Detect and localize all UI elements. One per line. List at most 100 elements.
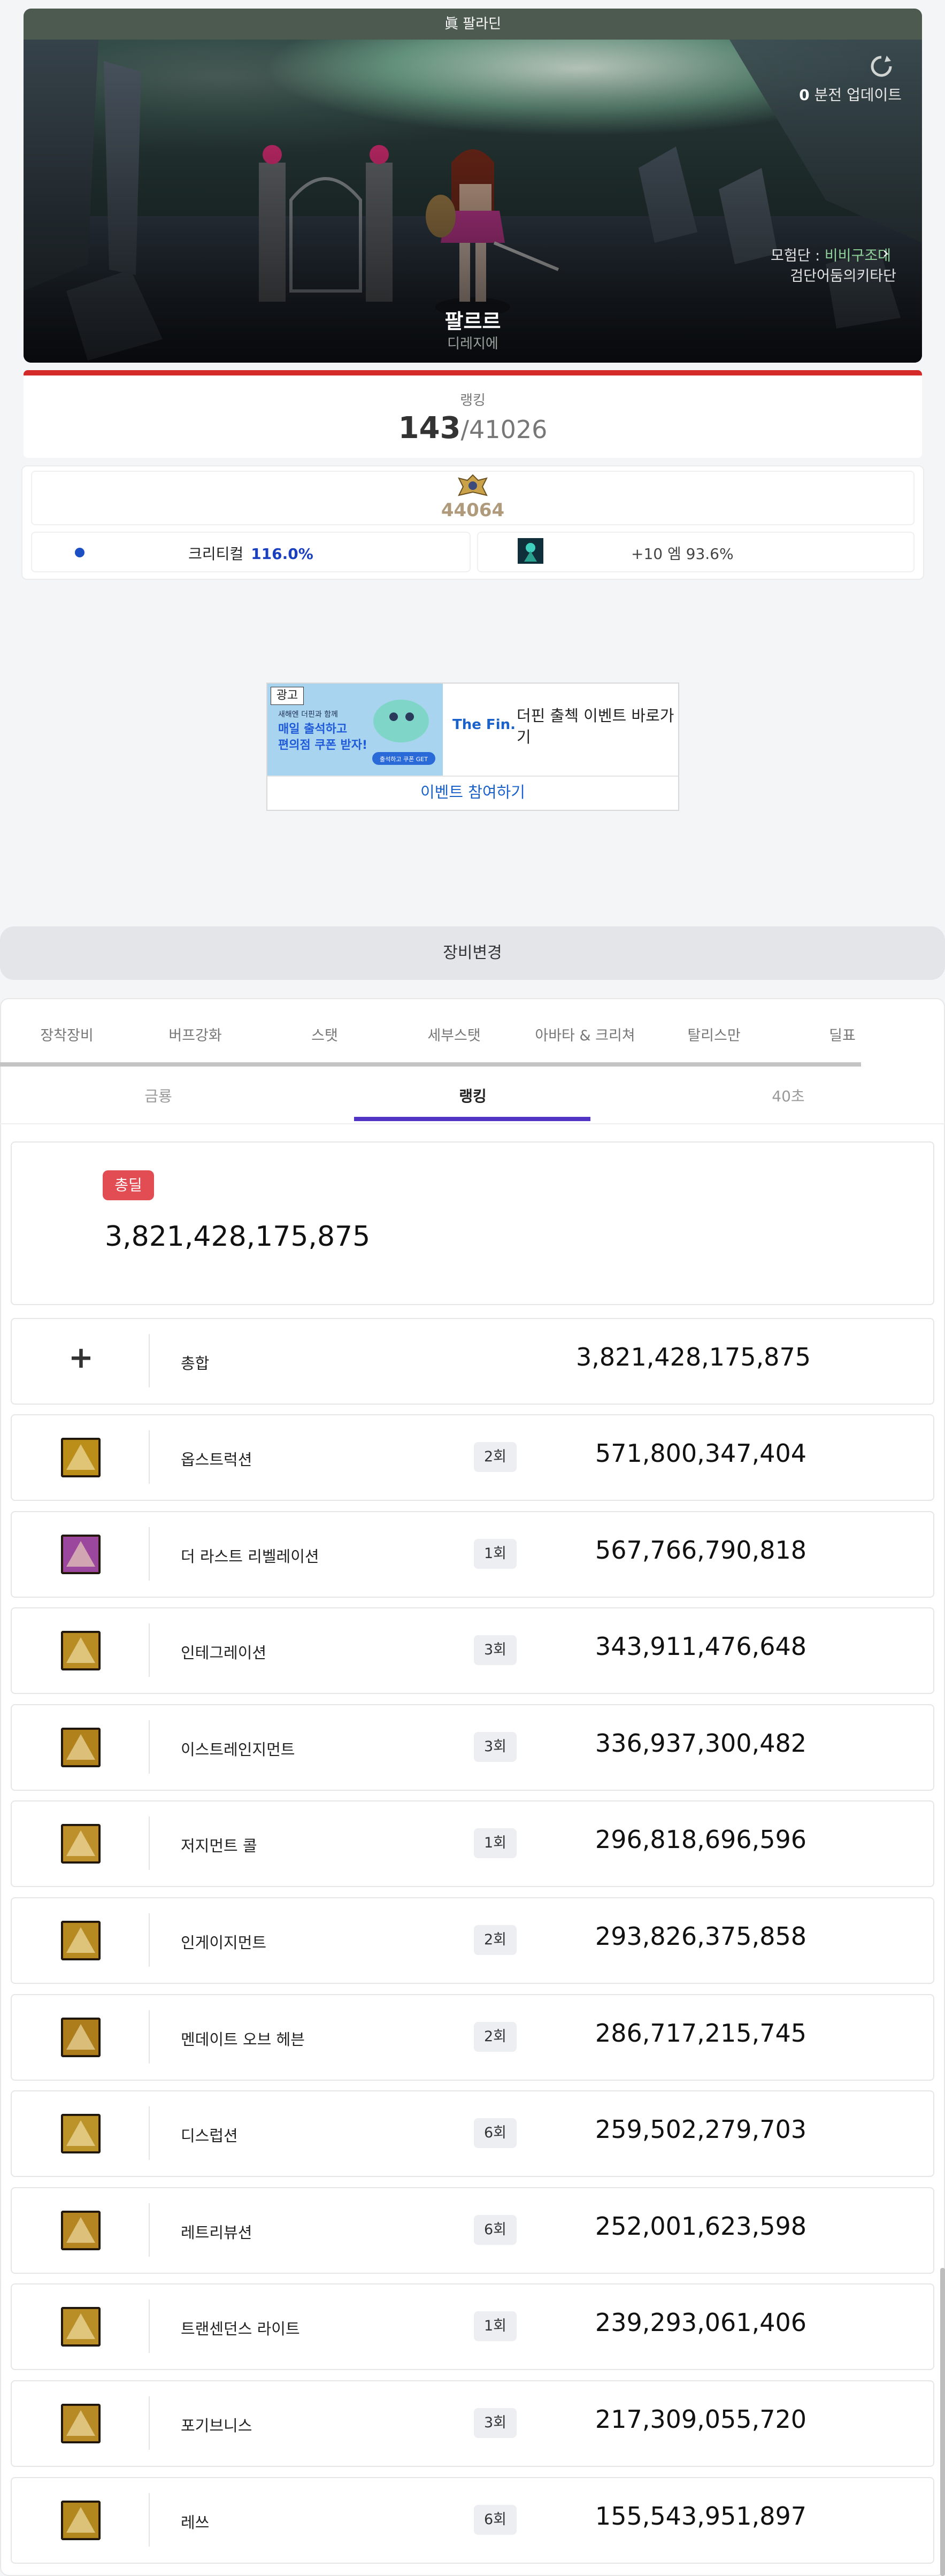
- critical-value: 116.0%: [251, 545, 313, 563]
- row-divider: [149, 1334, 150, 1387]
- skill-name: 인테그레이션: [181, 1644, 267, 1662]
- creature-icon: [518, 538, 543, 564]
- skill-damage: 293,826,375,858: [595, 1922, 806, 1951]
- refresh-icon[interactable]: [867, 52, 895, 80]
- tab-talisman[interactable]: 탈리스만: [663, 1024, 765, 1045]
- skill-damage: 286,717,215,745: [595, 2019, 806, 2048]
- skill-damage: 252,001,623,598: [595, 2212, 806, 2241]
- skill-name: 저지먼트 콜: [181, 1837, 257, 1855]
- guild-prefix: 모험단 :: [771, 248, 825, 264]
- hit-count-badge: 2회: [474, 2022, 517, 2052]
- skill-icon: [61, 2404, 101, 2443]
- skill-damage: 239,293,061,406: [595, 2308, 806, 2337]
- skill-damage: 571,800,347,404: [595, 1439, 806, 1468]
- skill-icon: [61, 1631, 101, 1670]
- tab-ranking[interactable]: 랭킹: [355, 1085, 590, 1106]
- skill-damage: 296,818,696,596: [595, 1825, 806, 1854]
- page: 眞 팔라딘 팔르르 디레지에 0 분전 업데이트 모험단: 비비구조대 › 검…: [0, 0, 945, 2576]
- tab-damage-chart[interactable]: 딜표: [792, 1024, 893, 1045]
- scrollbar[interactable]: [940, 2268, 945, 2576]
- ad-divider: [267, 776, 678, 777]
- hit-count-badge: 2회: [474, 1442, 517, 1472]
- skill-name: 레쓰: [181, 2513, 210, 2532]
- skill-damage: 217,309,055,720: [595, 2405, 806, 2434]
- active-tab-underline: [354, 1117, 590, 1121]
- summary-value: 3,821,428,175,875: [576, 1343, 811, 1371]
- skill-name: 옵스트럭션: [181, 1451, 252, 1469]
- skill-icon: [61, 1824, 101, 1864]
- skill-damage: 336,937,300,482: [595, 1729, 806, 1758]
- summary-label: 총합: [181, 1354, 210, 1373]
- job-title: 眞 팔라딘: [24, 9, 922, 40]
- rank-number: 143: [398, 411, 461, 446]
- hit-count-badge: 2회: [474, 1925, 517, 1955]
- skill-damage: 567,766,790,818: [595, 1536, 806, 1565]
- artifact-stat: +10 엠 93.6%: [631, 545, 734, 563]
- skill-icon: [61, 1535, 101, 1574]
- skill-name: 디스럽션: [181, 2127, 238, 2145]
- row-divider: [149, 2396, 150, 2450]
- skill-damage: 343,911,476,648: [595, 1632, 806, 1661]
- tab-detail-stats[interactable]: 세부스탯: [403, 1024, 505, 1045]
- total-badge: 총딜: [103, 1170, 154, 1200]
- skill-icon: [61, 1728, 101, 1767]
- skill-icon: [61, 2211, 101, 2250]
- update-label: 분전 업데이트: [809, 86, 902, 104]
- skill-damage: 155,543,951,897: [595, 2502, 806, 2531]
- row-divider: [149, 1816, 150, 1870]
- chevron-right-icon[interactable]: ›: [882, 244, 893, 263]
- ad-banner-line1: 새해엔 더핀과 함께: [278, 710, 338, 719]
- ad-headline[interactable]: 더핀 출첵 이벤트 바로가기: [517, 705, 677, 748]
- hit-count-badge: 1회: [474, 2311, 517, 2341]
- skill-name: 레트리뷰션: [181, 2224, 252, 2242]
- ad-banner-line2: 매일 출석하고: [278, 723, 347, 736]
- hit-count-badge: 1회: [474, 1539, 517, 1569]
- tab-equipment[interactable]: 장착장비: [16, 1024, 118, 1045]
- skill-name: 더 라스트 리벨레이션: [181, 1547, 319, 1566]
- skill-icon: [61, 2018, 101, 2057]
- skill-icon: [61, 2114, 101, 2153]
- skill-icon: [61, 1438, 101, 1477]
- tab-buff-enhance[interactable]: 버프강화: [144, 1024, 246, 1045]
- hit-count-badge: 1회: [474, 1828, 517, 1858]
- skill-icon: [61, 2501, 101, 2540]
- tab-scroll-indicator: [0, 1062, 861, 1067]
- character-name: 팔르르: [444, 310, 501, 333]
- tab-stats[interactable]: 스탯: [274, 1024, 375, 1045]
- row-divider: [149, 1913, 150, 1967]
- row-divider: [149, 2493, 150, 2547]
- update-status: 0 분전 업데이트: [792, 83, 902, 105]
- ranking-value: 143/41026: [24, 411, 922, 446]
- update-count: 0: [799, 86, 810, 104]
- row-divider: [149, 1720, 150, 1774]
- hit-count-badge: 3회: [474, 1635, 517, 1665]
- guild-name: 비비구조대: [824, 248, 891, 264]
- ad-banner-button: 출석하고 쿠폰 GET: [380, 755, 428, 763]
- skill-name: 트랜센던스 라이트: [181, 2320, 300, 2338]
- tab-40sec[interactable]: 40초: [671, 1085, 906, 1106]
- skill-name: 포기브니스: [181, 2417, 252, 2435]
- server-name: 디레지에: [447, 336, 498, 352]
- row-divider: [149, 2010, 150, 2064]
- hit-count-badge: 6회: [474, 2118, 517, 2148]
- hit-count-badge: 3회: [474, 2408, 517, 2438]
- ad-logo: The Fin.: [452, 717, 516, 733]
- union-level: 44064: [441, 500, 505, 521]
- row-divider: [149, 2299, 150, 2353]
- hit-count-badge: 6회: [474, 2215, 517, 2245]
- equip-change-button[interactable]: 장비변경: [0, 926, 945, 980]
- adventure-name: 검단어둠의키타단: [790, 268, 896, 285]
- tab-geumryong[interactable]: 금룡: [41, 1085, 276, 1106]
- ad-banner-line3: 편의점 쿠폰 받자!: [278, 739, 367, 752]
- tab-avatar-creature[interactable]: 아바타 & 크리쳐: [526, 1024, 644, 1045]
- skill-damage: 259,502,279,703: [595, 2115, 806, 2144]
- row-divider: [149, 2106, 150, 2160]
- divider: [0, 1123, 945, 1124]
- plus-icon: +: [68, 1340, 94, 1375]
- ad-label: 광고: [271, 687, 304, 705]
- guild-link[interactable]: 모험단 : 비비구조대: [717, 244, 891, 265]
- ad-cta-button[interactable]: 이벤트 참여하기: [267, 780, 678, 802]
- hit-count-badge: 3회: [474, 1732, 517, 1762]
- total-damage-value: 3,821,428,175,875: [105, 1221, 371, 1253]
- critical-stat: 크리티컬 116.0%: [31, 542, 471, 564]
